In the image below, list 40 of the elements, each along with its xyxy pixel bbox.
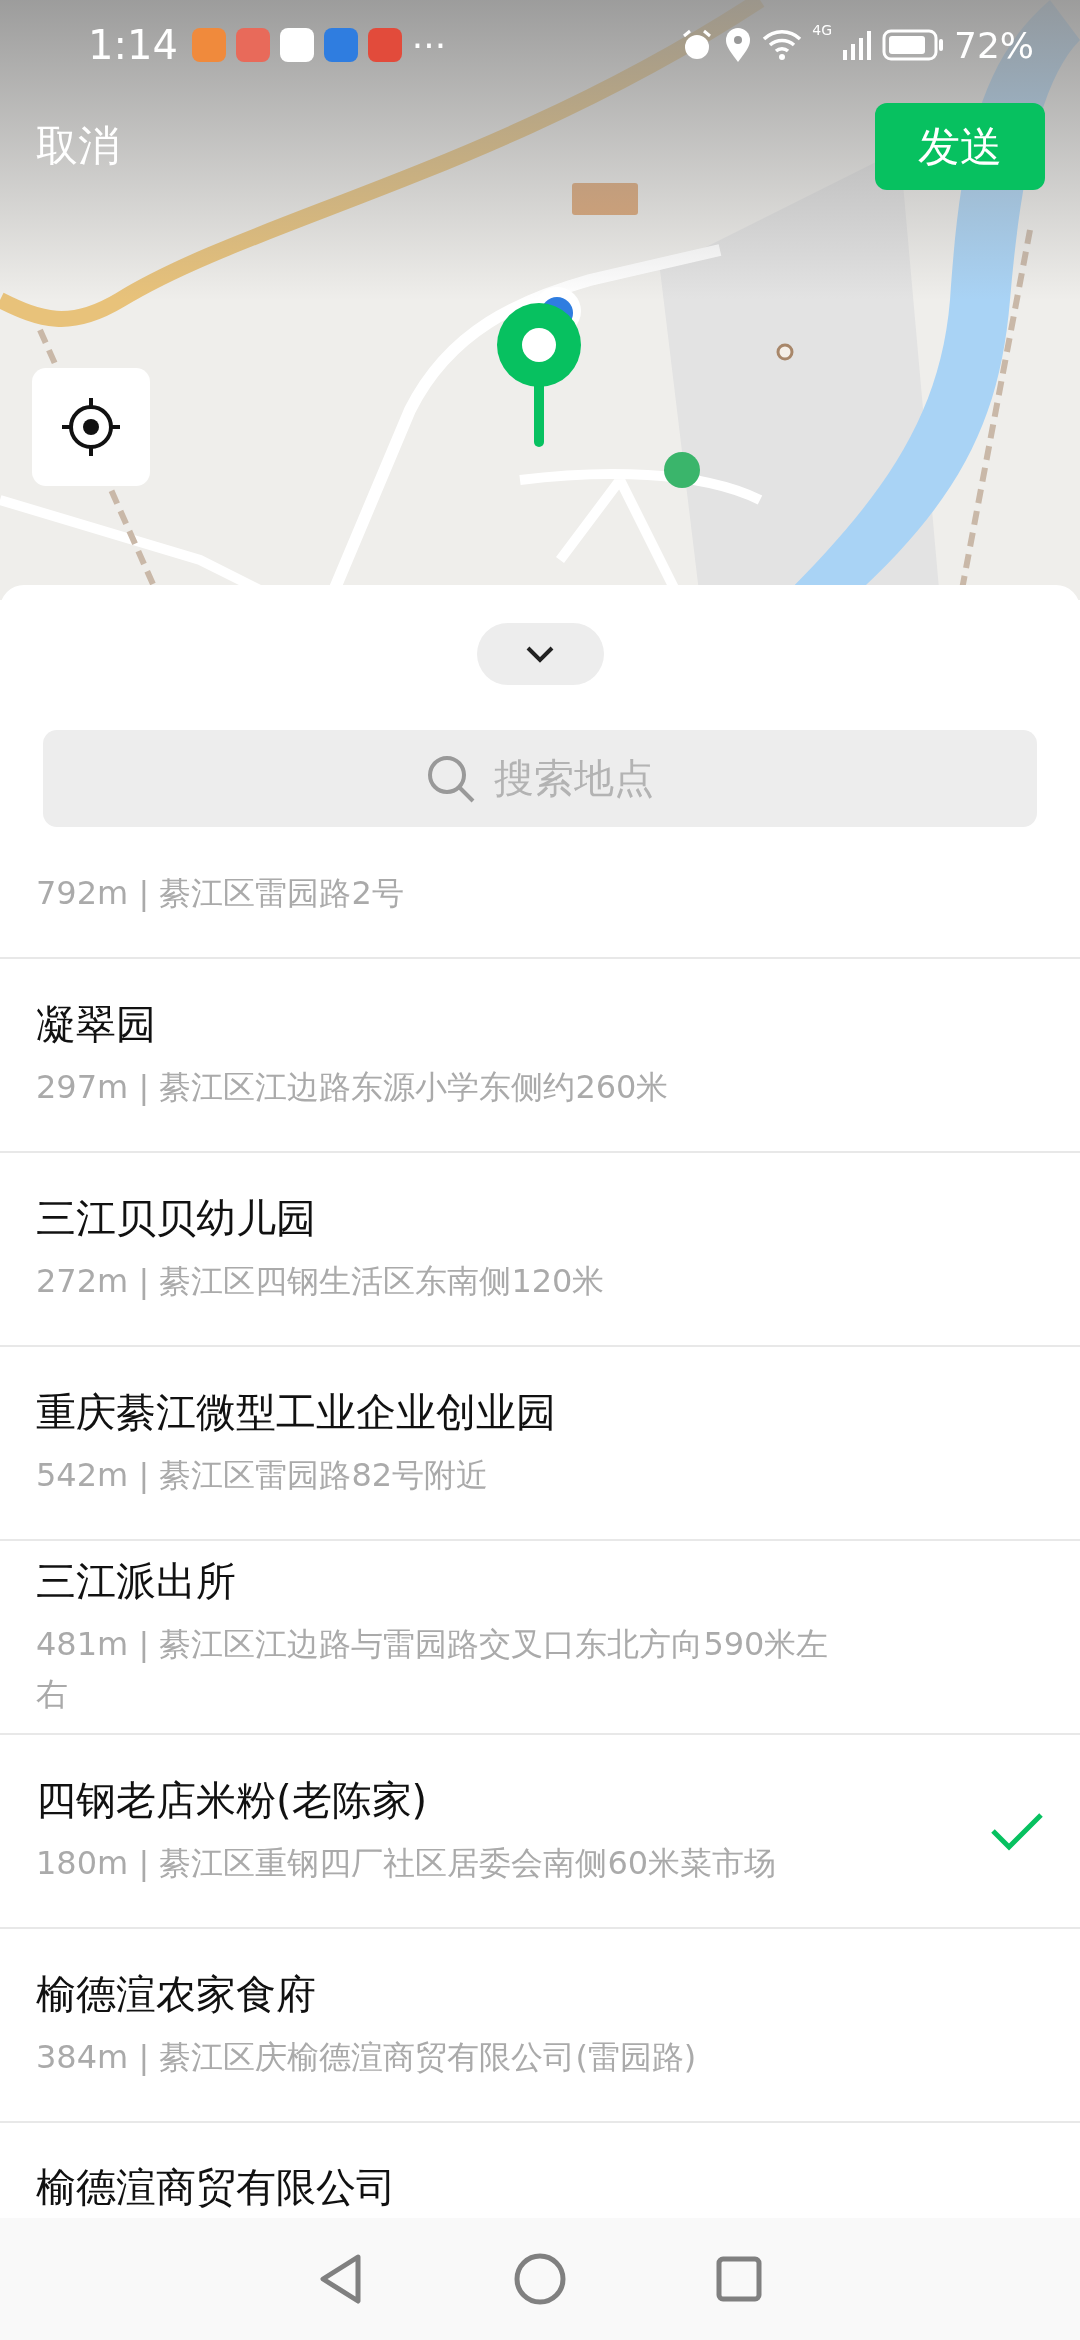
location-icon xyxy=(724,27,753,63)
place-name: 三江贝贝幼儿园 xyxy=(36,1194,317,1243)
place-details: 272m | 綦江区四钢生活区东南侧120米 xyxy=(36,1261,606,1302)
battery-icon xyxy=(882,29,944,61)
app-icon xyxy=(367,28,402,62)
signal-icon xyxy=(842,30,872,60)
place-details: 481m | 綦江区江边路与雷园路交叉口东北方向590米左右 xyxy=(36,1624,830,1715)
place-details: 542m | 綦江区雷园路82号附近 xyxy=(36,1455,490,1496)
recents-button[interactable] xyxy=(716,2256,762,2302)
place-name: 榆德渲农家食府 xyxy=(36,1970,317,2019)
back-icon xyxy=(318,2253,364,2305)
place-name: 榆德渲商贸有限公司 xyxy=(36,2163,397,2212)
place-details: 297m | 綦江区江边路东源小学东侧约260米 xyxy=(36,1067,670,1108)
home-button[interactable] xyxy=(514,2253,566,2305)
search-field[interactable]: 搜索地点 xyxy=(43,730,1037,827)
chevron-down-icon xyxy=(525,645,555,663)
locate-icon xyxy=(60,396,122,458)
app-icon xyxy=(323,28,358,62)
app-icon xyxy=(191,28,226,62)
locate-button[interactable] xyxy=(32,368,150,486)
network-type: 4G xyxy=(812,22,832,38)
status-time: 1:14 xyxy=(88,22,178,68)
place-name: 三江派出所 xyxy=(36,1557,237,1606)
place-details: 180m | 綦江区重钢四厂社区居委会南侧60米菜市场 xyxy=(36,1843,778,1884)
place-details: 792m | 綦江区雷园路2号 xyxy=(36,873,405,914)
send-button[interactable]: 发送 xyxy=(875,103,1045,190)
place-name: 四钢老店米粉(老陈家) xyxy=(36,1776,429,1825)
recents-icon xyxy=(716,2256,762,2302)
search-icon xyxy=(426,753,476,804)
back-button[interactable] xyxy=(318,2253,364,2305)
more-notifications: ··· xyxy=(411,24,447,66)
cancel-button[interactable]: 取消 xyxy=(36,118,120,174)
place-name: 凝翠园 xyxy=(36,1000,157,1049)
place-name: 重庆綦江微型工业企业创业园 xyxy=(36,1388,557,1437)
battery-level: 72% xyxy=(954,24,1034,66)
app-icon xyxy=(279,28,314,62)
place-details: 384m | 綦江区庆榆德渲商贸有限公司(雷园路) xyxy=(36,2037,698,2078)
app-icon xyxy=(235,28,270,62)
home-icon xyxy=(514,2253,566,2305)
wifi-icon xyxy=(762,29,803,61)
